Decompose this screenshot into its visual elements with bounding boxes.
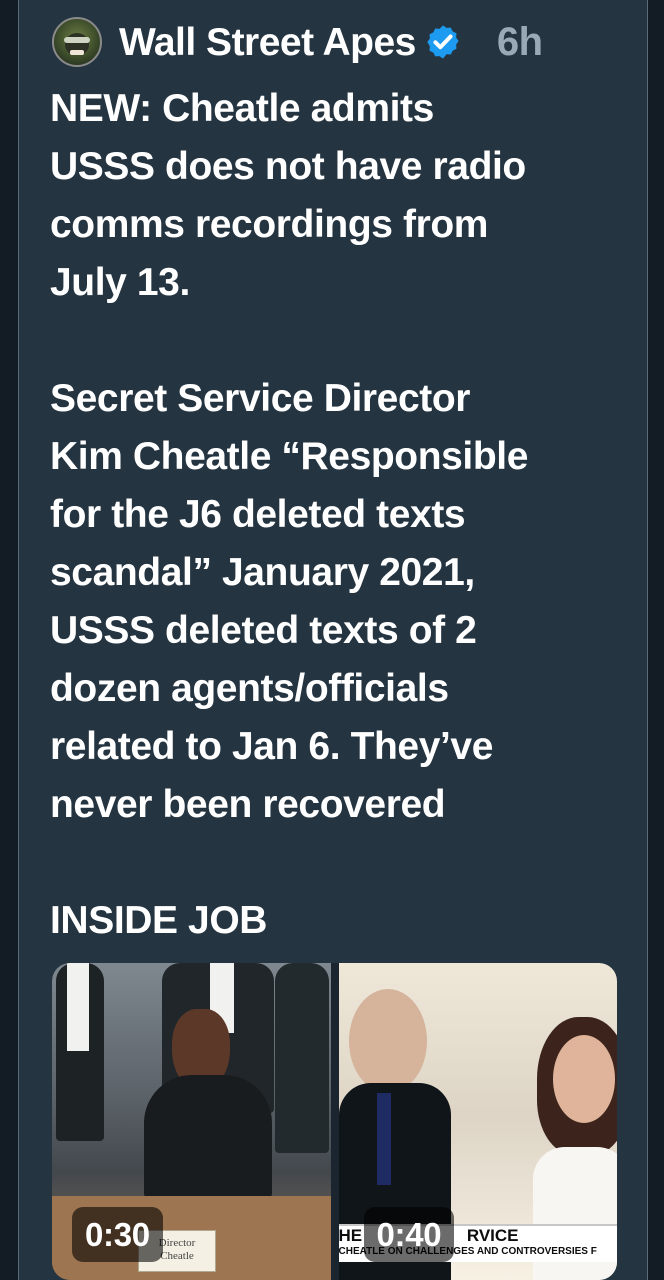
witness-body [144,1075,272,1201]
tweet-line-11: related to Jan 6. They’ve [50,725,494,768]
verified-badge-icon [427,25,459,59]
tweet-line-1: NEW: Cheatle admits [50,87,434,130]
tweet-line-4: July 13. [50,261,190,304]
tweet-line-12: never been recovered [50,783,446,826]
tweet-line-5: Secret Service Director [50,377,471,420]
woman-face [552,1035,615,1123]
tweet-line-9: USSS deleted texts of 2 [50,609,477,652]
tweet-line-7: for the J6 deleted texts [50,493,466,536]
tweet-line-13: INSIDE JOB [50,899,268,942]
man-tie [376,1093,391,1185]
banner-left-text: HE [338,1226,363,1245]
background-shirt-left [67,963,89,1051]
post-time[interactable]: 6h [497,22,543,62]
tweet-header: Wall Street Apes 6h [52,16,622,68]
video-duration-badge: 0:40 [363,1207,455,1262]
background-person-right [275,963,329,1153]
tweet-line-8: scandal” January 2021, [50,551,475,594]
ape-eye-band [64,37,90,43]
social-feed-screen: Wall Street Apes 6h NEW: Cheatle admits … [0,0,664,1280]
author-name[interactable]: Wall Street Apes [119,23,416,62]
media-grid: Director Cheatle 0:30 HE RVICE CHEATLE O… [52,963,617,1280]
video-thumbnail-left[interactable]: Director Cheatle 0:30 [52,963,331,1280]
tweet-line-2: USSS does not have radio [50,145,526,188]
man-head [348,989,427,1093]
video-duration-badge: 0:30 [72,1207,163,1262]
ape-avatar-icon[interactable] [52,17,102,67]
tweet-text: NEW: Cheatle admits USSS does not have r… [50,80,630,950]
tweet-line-10: dozen agents/officials [50,667,449,710]
tweet-line-3: comms recordings from [50,203,489,246]
banner-right-text: RVICE [466,1226,519,1245]
video-thumbnail-right[interactable]: HE RVICE CHEATLE ON CHALLENGES AND CONTR… [338,963,617,1280]
tweet-line-6: Kim Cheatle “Responsible [50,435,529,478]
ape-teeth [70,50,84,55]
